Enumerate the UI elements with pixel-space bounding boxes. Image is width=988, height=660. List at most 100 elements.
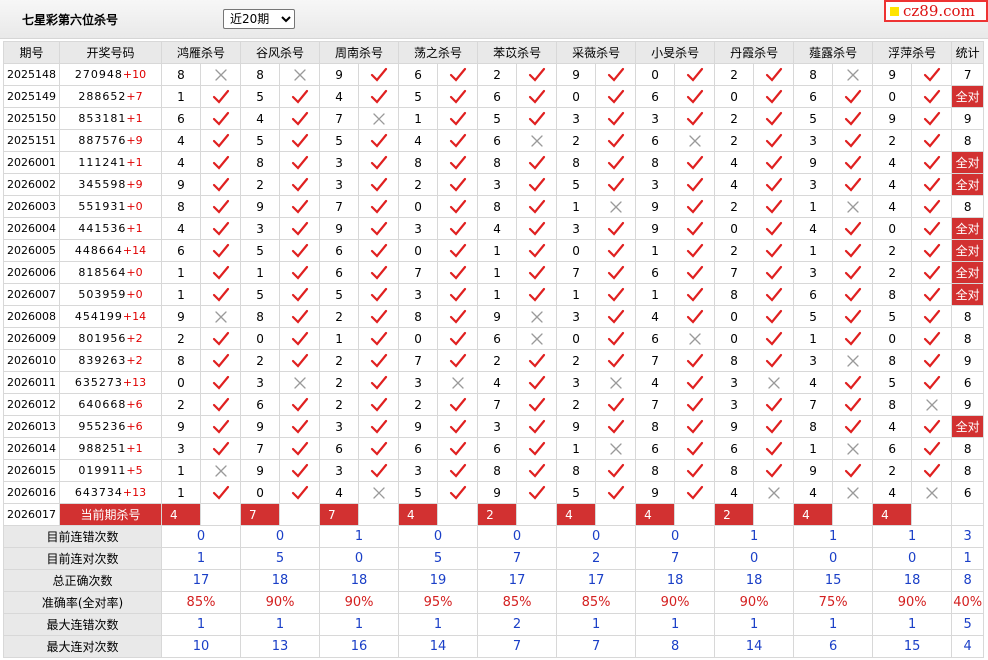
stat-cell: 8	[951, 305, 985, 328]
cross-icon	[202, 309, 240, 325]
all-correct-badge: 全对	[951, 283, 985, 306]
check-icon	[676, 441, 714, 457]
result-cell	[358, 217, 400, 240]
summary-value: 17	[160, 569, 242, 592]
check-icon	[202, 199, 240, 215]
result-cell	[911, 107, 953, 130]
summary-value: 7	[556, 635, 637, 658]
result-cell	[595, 349, 637, 372]
kill-number-cell: 7	[793, 393, 834, 416]
result-cell	[199, 481, 242, 504]
result-cell	[911, 195, 953, 218]
kill-number-cell: 2	[319, 305, 360, 328]
kill-number-cell: 9	[161, 415, 201, 438]
result-cell	[753, 327, 795, 350]
kill-number-cell: 7	[714, 261, 755, 284]
table-row: 2026016 643734+13 1 0 4 5 9 5 9 4 4 4 6	[3, 481, 985, 504]
result-cell	[674, 415, 716, 438]
result-cell	[358, 195, 400, 218]
kill-number-cell: 3	[398, 283, 439, 306]
check-icon	[676, 111, 714, 127]
current-empty-cell	[753, 503, 795, 526]
kill-number-cell: 3	[714, 371, 755, 394]
draw-extra: +14	[122, 310, 147, 323]
check-icon	[913, 265, 951, 281]
check-icon	[439, 243, 477, 259]
result-cell	[199, 371, 242, 394]
result-cell	[358, 85, 400, 108]
draw-cell: 441536+1	[59, 217, 162, 240]
result-cell	[911, 261, 953, 284]
current-kill-number: 4	[556, 503, 597, 526]
result-cell	[674, 239, 716, 262]
kill-number-cell: 8	[635, 459, 676, 482]
result-cell	[199, 63, 242, 86]
result-cell	[199, 437, 242, 460]
result-cell	[753, 349, 795, 372]
current-kill-number: 4	[161, 503, 201, 526]
result-cell	[358, 283, 400, 306]
result-cell	[279, 393, 321, 416]
result-cell	[358, 437, 400, 460]
kill-number-cell: 0	[714, 327, 755, 350]
check-icon	[281, 331, 319, 347]
check-icon	[202, 375, 240, 391]
check-icon	[834, 419, 872, 435]
result-cell	[832, 327, 874, 350]
result-cell	[516, 85, 558, 108]
kill-number-cell: 2	[714, 63, 755, 86]
check-icon	[676, 265, 714, 281]
cross-icon	[597, 199, 635, 215]
draw-number: 801956	[78, 332, 127, 345]
result-cell	[437, 217, 479, 240]
check-icon	[755, 419, 793, 435]
summary-label: 目前连错次数	[3, 525, 162, 548]
col-expert: 小旻杀号	[635, 41, 716, 64]
result-cell	[358, 151, 400, 174]
issue-cell: 2025151	[3, 129, 60, 152]
result-cell	[911, 437, 953, 460]
col-stat: 统计	[951, 41, 985, 64]
result-cell	[437, 305, 479, 328]
kill-number-cell: 8	[872, 393, 913, 416]
result-cell	[279, 327, 321, 350]
check-icon	[281, 265, 319, 281]
summary-value: 0	[872, 547, 953, 570]
result-cell	[753, 415, 795, 438]
check-icon	[597, 463, 635, 479]
result-cell	[279, 437, 321, 460]
kill-number-cell: 9	[556, 63, 597, 86]
result-cell	[674, 63, 716, 86]
check-icon	[834, 463, 872, 479]
kill-number-cell: 4	[872, 173, 913, 196]
kill-number-cell: 1	[240, 261, 281, 284]
kill-number-cell: 3	[398, 371, 439, 394]
result-cell	[199, 415, 242, 438]
table-row: 2026001 111241+1 4 8 3 8 8 8 8 4 9 4 全对	[3, 151, 985, 174]
result-cell	[516, 371, 558, 394]
summary-label: 目前连对次数	[3, 547, 162, 570]
result-cell	[911, 481, 953, 504]
draw-extra: +14	[122, 244, 147, 257]
kill-number-cell: 0	[556, 327, 597, 350]
summary-value: 1	[872, 525, 953, 548]
check-icon	[518, 463, 556, 479]
issue-cell: 2026001	[3, 151, 60, 174]
summary-row: 最大连错次数 1 1 1 1 2 1 1 1 1 1 5	[3, 613, 985, 636]
draw-cell: 955236+6	[59, 415, 162, 438]
table-row: 2026012 640668+6 2 6 2 2 7 2 7 3 7 8 9	[3, 393, 985, 416]
check-icon	[597, 221, 635, 237]
cross-icon	[518, 133, 556, 149]
kill-number-cell: 4	[714, 151, 755, 174]
kill-number-cell: 8	[477, 151, 518, 174]
kill-number-cell: 0	[872, 85, 913, 108]
period-select[interactable]: 近20期	[223, 9, 295, 29]
cross-icon	[913, 397, 951, 413]
summary-stat: 40%	[951, 591, 985, 614]
kill-number-cell: 8	[635, 151, 676, 174]
site-badge[interactable]: cz89.com	[884, 0, 988, 22]
check-icon	[439, 331, 477, 347]
summary-value: 15	[793, 569, 874, 592]
check-icon	[281, 133, 319, 149]
col-expert: 浮萍杀号	[872, 41, 953, 64]
